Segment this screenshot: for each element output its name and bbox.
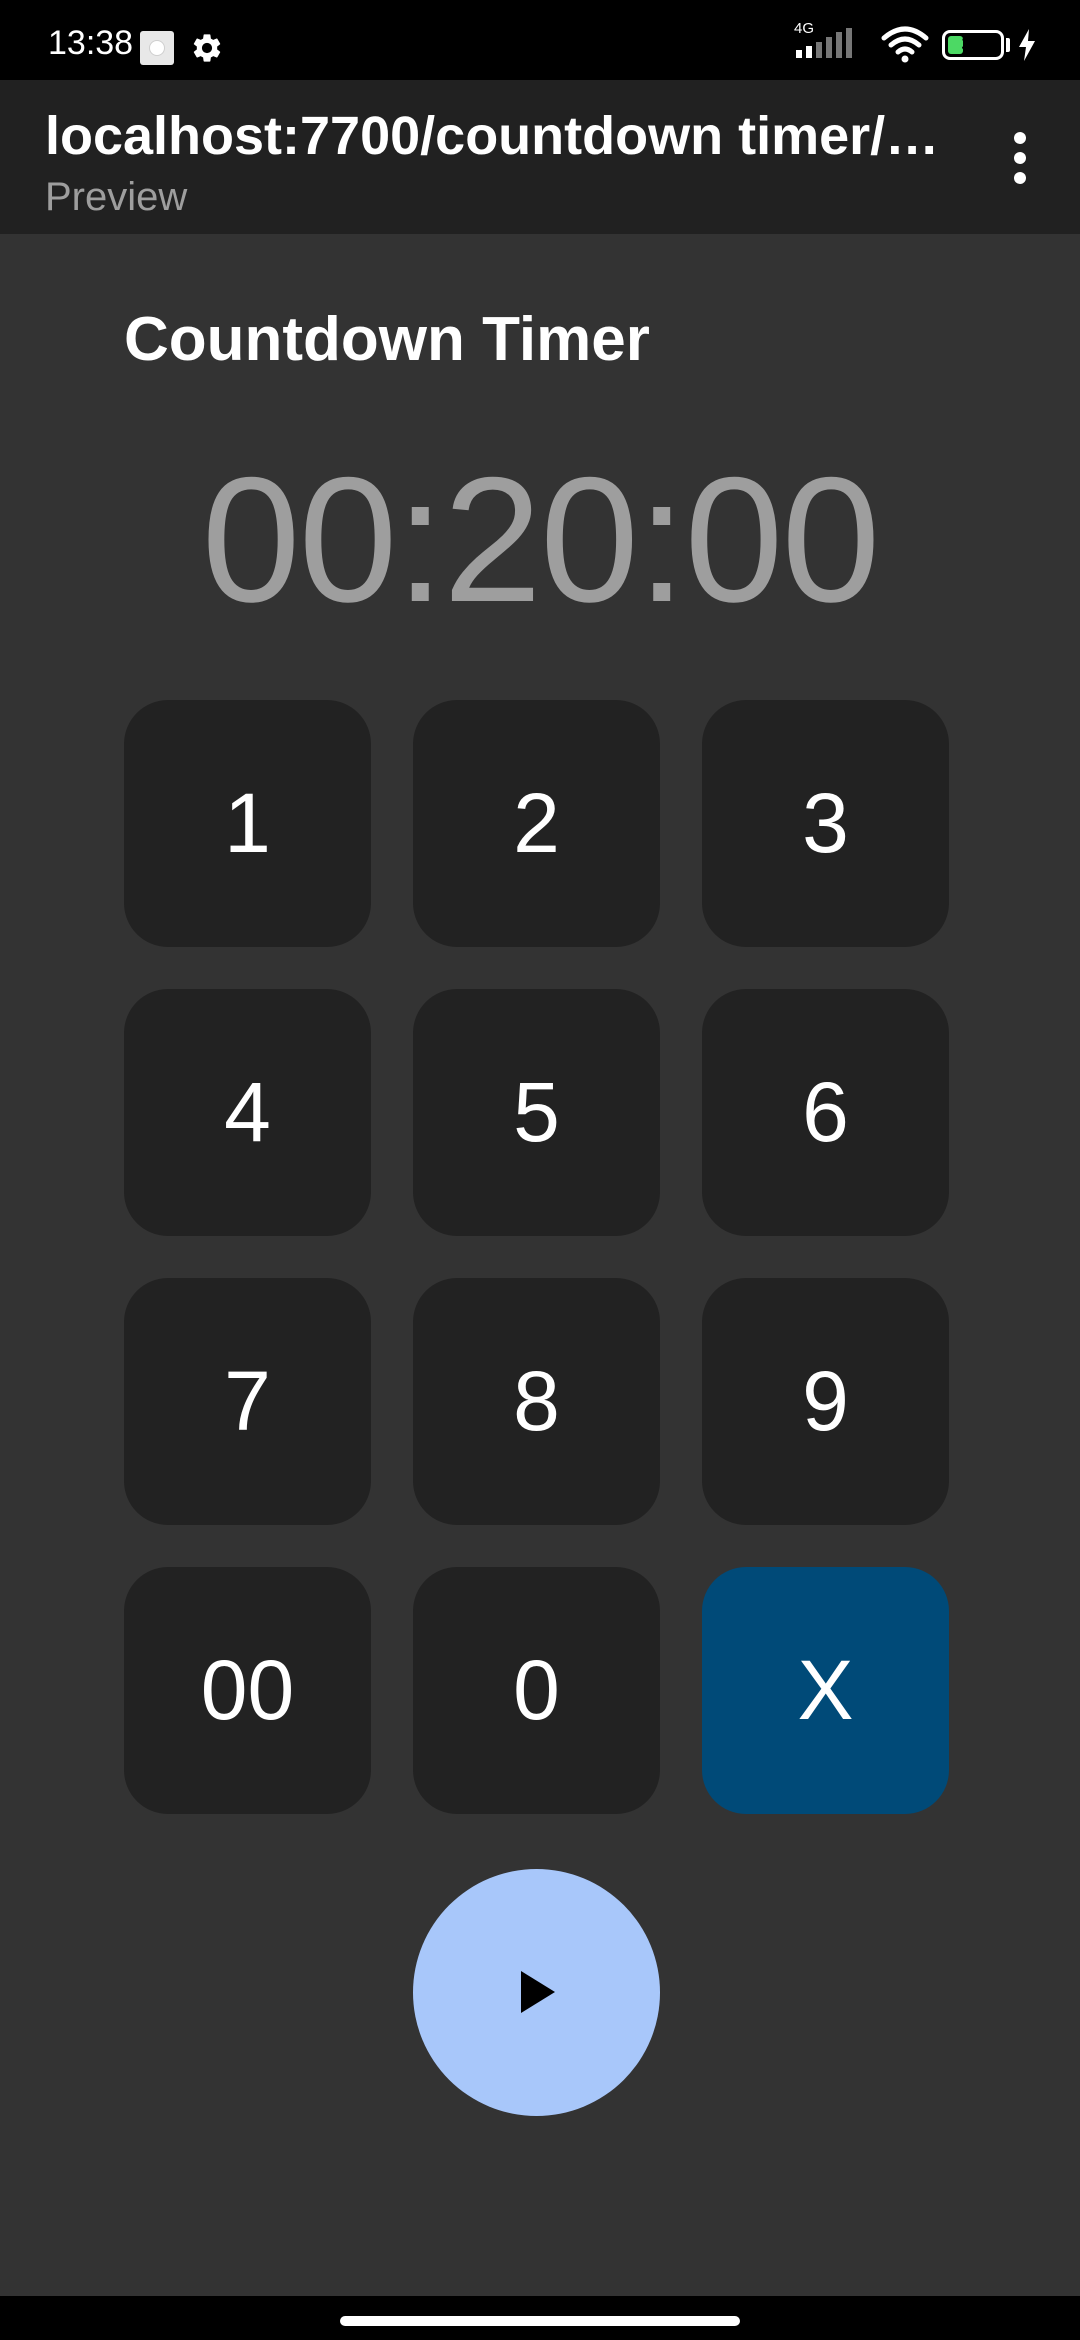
play-icon	[521, 1971, 555, 2013]
battery-level: 30	[961, 33, 985, 56]
key-3[interactable]: 3	[702, 700, 949, 947]
key-4[interactable]: 4	[124, 989, 371, 1236]
wifi-icon	[881, 26, 929, 63]
play-button[interactable]	[413, 1869, 660, 2116]
home-indicator[interactable]	[340, 2316, 740, 2326]
screen: 13:38 4G 30 localhost:7700/countdown tim…	[0, 0, 1080, 2340]
battery-nub	[1006, 38, 1010, 52]
page-title: Countdown Timer	[124, 305, 650, 374]
key-double-zero[interactable]: 00	[124, 1567, 371, 1814]
key-6[interactable]: 6	[702, 989, 949, 1236]
battery-icon: 30	[942, 30, 1004, 60]
signal-icon	[796, 28, 852, 58]
key-5[interactable]: 5	[413, 989, 660, 1236]
url-title: localhost:7700/countdown timer/c...	[45, 106, 945, 166]
key-2[interactable]: 2	[413, 700, 660, 947]
key-0[interactable]: 0	[413, 1567, 660, 1814]
notification-icon	[140, 31, 174, 65]
status-bar: 13:38 4G 30	[0, 0, 1080, 80]
navigation-bar	[0, 2296, 1080, 2340]
key-9[interactable]: 9	[702, 1278, 949, 1525]
key-7[interactable]: 7	[124, 1278, 371, 1525]
app-bar: localhost:7700/countdown timer/c... Prev…	[0, 80, 1080, 234]
timer-display: 00:20:00	[201, 440, 881, 639]
key-8[interactable]: 8	[413, 1278, 660, 1525]
more-vert-icon[interactable]	[1000, 126, 1040, 190]
status-time: 13:38	[48, 24, 134, 62]
gear-icon	[193, 34, 221, 62]
preview-subtitle: Preview	[45, 175, 188, 219]
key-1[interactable]: 1	[124, 700, 371, 947]
charging-bolt-icon	[1019, 29, 1035, 61]
clear-button[interactable]: X	[702, 1567, 949, 1814]
